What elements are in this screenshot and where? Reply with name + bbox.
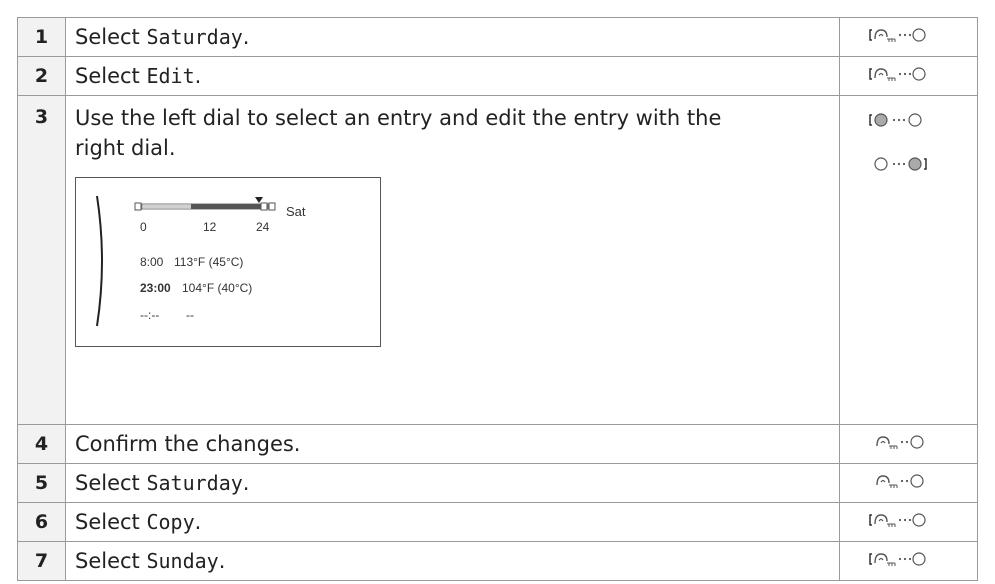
left-dial-press-rotate-icon (868, 27, 949, 43)
step-text: Select Saturday. (65, 17, 840, 57)
step-text: Select Edit. (65, 56, 840, 96)
entry-time-selected: 23:00 (140, 281, 171, 295)
ui-term: Copy (146, 510, 195, 534)
dial-action-cell (839, 17, 978, 57)
tick-label: 24 (256, 220, 270, 234)
step-row: 6 Select Copy. (17, 502, 978, 542)
tick-label: 0 (140, 220, 147, 234)
step-row: 2 Select Edit. (17, 56, 978, 96)
ui-term: Sunday (146, 549, 219, 573)
step-text: Select Saturday. (65, 463, 840, 503)
tick-label: 12 (203, 220, 217, 234)
step-number: 5 (17, 463, 66, 503)
dial-action-cell (839, 463, 978, 503)
dial-action-cell (839, 541, 978, 581)
step-number: 7 (17, 541, 66, 581)
entry-temp: 104°F (40°C) (182, 281, 253, 295)
entry-time: --:-- (140, 308, 160, 322)
step-row: 7 Select Sunday. (17, 541, 978, 581)
step-number: 4 (17, 424, 66, 464)
step-number: 1 (17, 17, 66, 57)
left-dial-press-icon (874, 473, 944, 489)
step-row: 5 Select Saturday. (17, 463, 978, 503)
left-dial-press-rotate-icon (868, 551, 949, 567)
step-text: Use the left dial to select an entry and… (65, 95, 840, 425)
step-number: 2 (17, 56, 66, 96)
ui-term: Saturday (146, 25, 243, 49)
step-row: 3 Use the left dial to select an entry a… (17, 95, 978, 425)
day-label: Sat (286, 204, 306, 219)
dial-action-cell (839, 424, 978, 464)
left-dial-rotate-icon (868, 112, 949, 128)
entry-temp: -- (186, 308, 194, 322)
dial-action-cell (839, 56, 978, 96)
right-dial-rotate-icon (869, 156, 949, 172)
step-row: 4 Confirm the changes. (17, 424, 978, 464)
instruction-table: 1 Select Saturday. 2 Select Edit. 3 Use … (17, 17, 978, 581)
step-text: Confirm the changes. (65, 424, 840, 464)
dial-bracket-icon (96, 195, 103, 327)
step-text: Select Sunday. (65, 541, 840, 581)
step-number: 6 (17, 502, 66, 542)
step-text: Select Copy. (65, 502, 840, 542)
ui-term: Saturday (146, 471, 243, 495)
controller-screen-illustration: Sat 0 12 24 8:00 113°F (45°C) 23:00 104°… (75, 177, 381, 347)
step-row: 1 Select Saturday. (17, 17, 978, 57)
left-dial-press-rotate-icon (868, 512, 949, 528)
dial-action-cell (839, 95, 978, 425)
ui-term: Edit (146, 64, 195, 88)
left-dial-press-icon (874, 434, 944, 450)
dial-action-cell (839, 502, 978, 542)
left-dial-press-rotate-icon (868, 66, 949, 82)
step-number: 3 (17, 95, 66, 425)
